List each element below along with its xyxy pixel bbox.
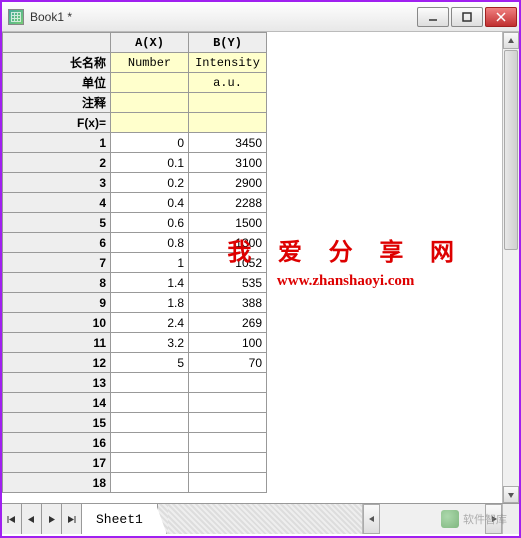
data-cell[interactable] [111,393,189,413]
workarea: A(X)B(Y)长名称NumberIntensity单位a.u.注释F(x)=1… [2,32,519,503]
meta-cell-fx-1[interactable] [189,113,267,133]
meta-cell-units-1[interactable]: a.u. [189,73,267,93]
data-cell[interactable] [111,413,189,433]
data-cell[interactable]: 1300 [189,233,267,253]
data-cell[interactable] [111,433,189,453]
publisher-watermark: 软件智库 [441,510,507,528]
data-cell[interactable] [189,473,267,493]
data-cell[interactable]: 0.6 [111,213,189,233]
row-header[interactable]: 2 [3,153,111,173]
window-buttons [417,7,517,27]
data-cell[interactable] [189,393,267,413]
data-cell[interactable]: 0 [111,133,189,153]
row-header[interactable]: 5 [3,213,111,233]
row-header[interactable]: 9 [3,293,111,313]
meta-cell-longname-1[interactable]: Intensity [189,53,267,73]
data-cell[interactable] [111,473,189,493]
data-cell[interactable]: 1500 [189,213,267,233]
minimize-button[interactable] [417,7,449,27]
data-cell[interactable]: 5 [111,353,189,373]
column-header-1[interactable]: B(Y) [189,33,267,53]
meta-cell-units-0[interactable] [111,73,189,93]
data-cell[interactable]: 2.4 [111,313,189,333]
data-cell[interactable]: 70 [189,353,267,373]
data-cell[interactable]: 1 [111,253,189,273]
publisher-label: 软件智库 [463,511,507,527]
row-header[interactable]: 3 [3,173,111,193]
row-header[interactable]: 7 [3,253,111,273]
tab-track [158,504,362,534]
meta-label-longname[interactable]: 长名称 [3,53,111,73]
row-header[interactable]: 10 [3,313,111,333]
row-header[interactable]: 15 [3,413,111,433]
data-cell[interactable]: 0.8 [111,233,189,253]
scroll-thumb[interactable] [504,50,518,250]
data-cell[interactable]: 3.2 [111,333,189,353]
data-cell[interactable]: 1052 [189,253,267,273]
data-cell[interactable] [189,453,267,473]
data-cell[interactable]: 269 [189,313,267,333]
row-header[interactable]: 14 [3,393,111,413]
title-bar: Book1 * [2,2,519,32]
sheet-tab-label: Sheet1 [96,512,143,527]
data-cell[interactable] [111,453,189,473]
row-header[interactable]: 11 [3,333,111,353]
maximize-button[interactable] [451,7,483,27]
meta-cell-comment-1[interactable] [189,93,267,113]
meta-label-fx[interactable]: F(x)= [3,113,111,133]
data-cell[interactable] [189,433,267,453]
data-cell[interactable]: 0.4 [111,193,189,213]
data-cell[interactable]: 535 [189,273,267,293]
meta-cell-fx-0[interactable] [111,113,189,133]
data-cell[interactable]: 3450 [189,133,267,153]
meta-label-comment[interactable]: 注释 [3,93,111,113]
data-cell[interactable]: 100 [189,333,267,353]
data-cell[interactable]: 0.1 [111,153,189,173]
data-cell[interactable]: 3100 [189,153,267,173]
corner-cell[interactable] [3,33,111,53]
window-title: Book1 * [30,10,417,24]
row-header[interactable]: 1 [3,133,111,153]
data-cell[interactable]: 2900 [189,173,267,193]
row-header[interactable]: 16 [3,433,111,453]
row-header[interactable]: 13 [3,373,111,393]
sheet-tab[interactable]: Sheet1 [82,504,158,534]
row-header[interactable]: 6 [3,233,111,253]
scroll-down-button[interactable] [503,486,519,503]
data-cell[interactable]: 1.4 [111,273,189,293]
column-header-0[interactable]: A(X) [111,33,189,53]
bottom-bar: Sheet1 软件智库 [2,503,519,534]
data-cell[interactable] [189,413,267,433]
meta-cell-comment-0[interactable] [111,93,189,113]
data-cell[interactable] [111,373,189,393]
worksheet-icon [8,9,24,25]
scroll-left-button[interactable] [363,504,380,534]
close-button[interactable] [485,7,517,27]
meta-label-units[interactable]: 单位 [3,73,111,93]
row-header[interactable]: 18 [3,473,111,493]
data-cell[interactable]: 388 [189,293,267,313]
data-cell[interactable]: 1.8 [111,293,189,313]
meta-cell-longname-0[interactable]: Number [111,53,189,73]
data-cell[interactable]: 2288 [189,193,267,213]
data-cell[interactable]: 0.2 [111,173,189,193]
wechat-icon [441,510,459,528]
row-header[interactable]: 8 [3,273,111,293]
sheet-next-button[interactable] [42,504,62,534]
sheet-prev-button[interactable] [22,504,42,534]
row-header[interactable]: 4 [3,193,111,213]
scroll-up-button[interactable] [503,32,519,49]
sheet-nav-buttons [2,504,82,534]
sheet-last-button[interactable] [62,504,82,534]
row-header[interactable]: 17 [3,453,111,473]
vertical-scrollbar[interactable] [502,32,519,503]
worksheet-grid[interactable]: A(X)B(Y)长名称NumberIntensity单位a.u.注释F(x)=1… [2,32,502,503]
sheet-first-button[interactable] [2,504,22,534]
data-cell[interactable] [189,373,267,393]
row-header[interactable]: 12 [3,353,111,373]
